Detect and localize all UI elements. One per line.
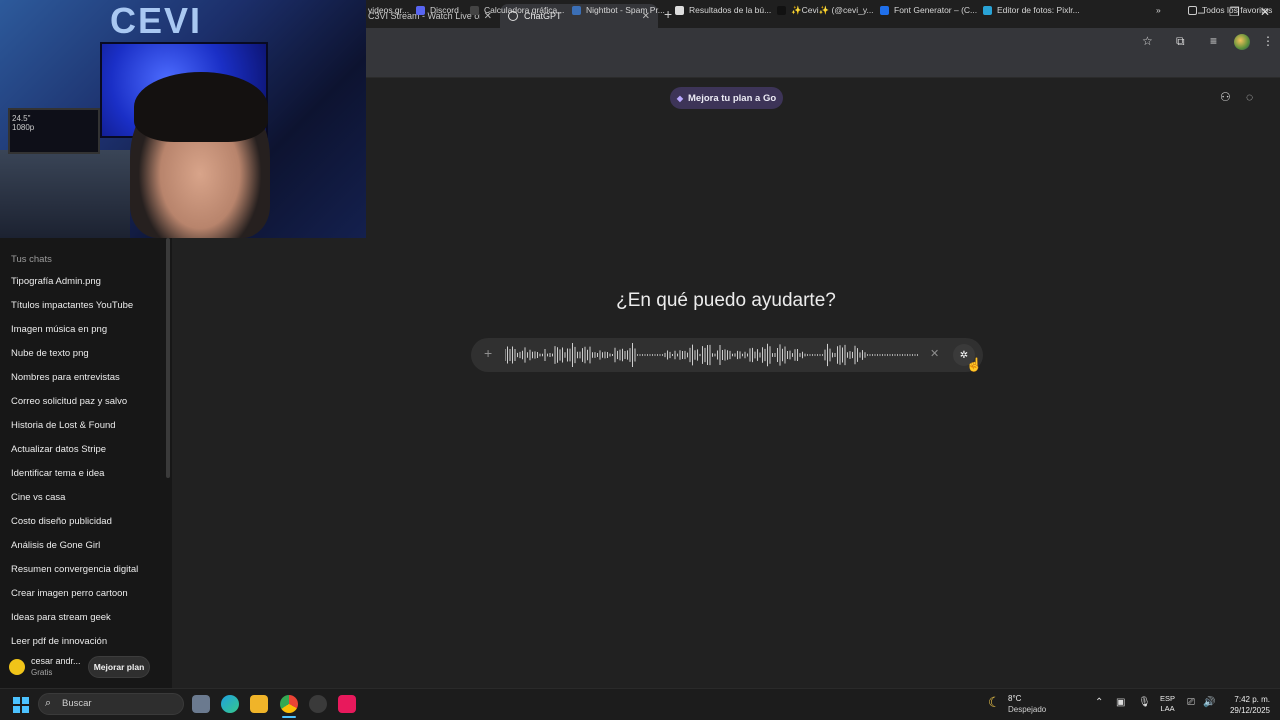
sidebar-scrollbar[interactable] [166, 238, 170, 478]
chats-section-label: Tus chats [11, 254, 52, 265]
chatgpt-app-icon[interactable] [309, 695, 327, 713]
bookmark-label: Discord [430, 5, 459, 15]
new-tab-icon[interactable]: + [664, 6, 672, 22]
folder-icon [1188, 5, 1197, 15]
upgrade-promo-button[interactable]: ◆ Mejora tu plan a Go [670, 87, 783, 109]
hand-cursor-icon: ☝ [966, 357, 983, 372]
tiktok-studio-icon[interactable] [338, 695, 356, 713]
search-icon: ⌕ [45, 697, 52, 709]
bookmark-label: Resultados de la bú... [689, 5, 772, 15]
upgrade-plan-button[interactable]: Mejorar plan [88, 656, 150, 678]
microphone-icon[interactable]: 🎙 [1138, 697, 1151, 708]
network-icon[interactable]: ⎚ [1187, 697, 1195, 708]
bookmark-label: ✨Cevi✨ (@cevi_y... [791, 5, 874, 15]
tray-app-icon[interactable]: ▣ [1116, 697, 1125, 708]
streamer-hair [134, 72, 268, 142]
task-view-icon[interactable] [192, 695, 210, 713]
chat-list-item[interactable]: Tipografía Admin.png [11, 276, 101, 287]
bookmark-favicon-icon [777, 6, 786, 15]
chat-list-item[interactable]: Ideas para stream geek [11, 612, 111, 623]
bookmarks-folder[interactable]: Todos los favoritos [1188, 5, 1272, 15]
bookmark-favicon-icon [675, 5, 684, 15]
bookmark-label: Calculadora gráfica... [484, 5, 565, 15]
more-menu-icon[interactable]: ⋮ [1262, 34, 1274, 48]
weather-temperature: 8°C [1008, 694, 1022, 703]
plus-icon[interactable]: + [484, 345, 492, 361]
profile-avatar[interactable] [1234, 34, 1250, 50]
audio-waveform [505, 343, 918, 367]
system-clock[interactable]: 7:42 p. m. 29/12/2025 [1224, 694, 1270, 716]
active-app-indicator [282, 716, 296, 718]
weather-description: Despejado [1008, 705, 1047, 714]
chat-list-item[interactable]: Títulos impactantes YouTube [11, 300, 133, 311]
chat-list-item[interactable]: Cine vs casa [11, 492, 65, 503]
bookmark-favicon-icon [983, 5, 992, 15]
bookmark-item[interactable]: Font Generator – (C... [880, 5, 977, 15]
bookmark-favicon-icon [470, 5, 479, 15]
avatar[interactable] [9, 659, 25, 675]
sparkle-icon: ◆ [676, 93, 683, 103]
edge-icon[interactable] [221, 695, 239, 713]
search-placeholder: Buscar [62, 698, 92, 709]
bookmark-label: Font Generator – (C... [894, 5, 978, 15]
more-bookmarks-icon[interactable]: » [1156, 5, 1161, 15]
chat-list-item[interactable]: Nombres para entrevistas [11, 372, 120, 383]
media-control-icon[interactable]: ≡ [1210, 34, 1217, 48]
user-plan: Gratis [31, 668, 53, 677]
user-name: cesar andr... [31, 656, 81, 666]
chat-list-item[interactable]: Correo solicitud paz y salvo [11, 396, 127, 407]
account-icon[interactable]: ⚇ [1220, 90, 1231, 104]
chat-list-item[interactable]: Leer pdf de innovación [11, 636, 107, 647]
promo-label: Mejora tu plan a Go [688, 92, 777, 104]
chat-list-item[interactable]: Resumen convergencia digital [11, 564, 138, 575]
chat-list-item[interactable]: Crear imagen perro cartoon [11, 588, 128, 599]
screen: Tus chats Tipografía Admin.png Títulos im… [0, 0, 1280, 720]
bookmark-item[interactable]: Nightbot - Spam Pr... [572, 5, 665, 15]
windows-start-icon[interactable] [13, 697, 29, 713]
user-account-row[interactable]: cesar andr... Gratis Mejorar plan [0, 652, 172, 686]
webcam-overlay: CEVI 24.5" 1080p [0, 0, 366, 238]
temporary-chat-icon[interactable]: ◌ [1246, 90, 1253, 104]
chat-list-item[interactable]: Actualizar datos Stripe [11, 444, 106, 455]
chat-list-item[interactable]: Costo diseño publicidad [11, 516, 112, 527]
volume-icon[interactable]: 🔊 [1203, 697, 1215, 708]
bookmark-item[interactable]: Editor de fotos: Pixlr... [983, 5, 1080, 15]
bookmark-label: videos gr... [368, 5, 410, 15]
bookmark-item[interactable]: ✨Cevi✨ (@cevi_y... [777, 5, 874, 16]
bookmark-item[interactable]: videos gr... [368, 5, 409, 15]
background-shelf [0, 150, 130, 238]
chat-list-item[interactable]: Historia de Lost & Found [11, 420, 116, 431]
bookmark-label: Nightbot - Spam Pr... [586, 5, 665, 15]
bookmarks-folder-label: Todos los favoritos [1202, 5, 1273, 15]
file-explorer-icon[interactable] [250, 695, 268, 713]
bookmark-item[interactable]: Discord [416, 5, 459, 15]
bookmark-item[interactable]: Calculadora gráfica... [470, 5, 564, 15]
chat-list-item[interactable]: Imagen música en png [11, 324, 107, 335]
wall-logo: CEVI [110, 0, 203, 41]
monitor-box-label: 24.5" 1080p [12, 114, 35, 132]
cancel-voice-icon[interactable]: ✕ [930, 347, 939, 360]
bookmark-item[interactable]: Resultados de la bú... [675, 5, 771, 15]
chat-list-item[interactable]: Análisis de Gone Girl [11, 540, 100, 551]
bookmark-star-icon[interactable]: ☆ [1142, 34, 1153, 48]
bookmark-favicon-icon [572, 5, 581, 15]
chat-list-item[interactable]: Identificar tema e idea [11, 468, 104, 479]
chat-list-item[interactable]: Nube de texto png [11, 348, 89, 359]
page-title: ¿En qué puedo ayudarte? [616, 290, 836, 311]
bookmark-favicon-icon [880, 5, 889, 15]
input-language[interactable]: ESP LAA [1160, 694, 1175, 714]
show-hidden-icons-chevron-icon[interactable]: ⌃ [1095, 697, 1103, 708]
extensions-icon[interactable]: ⧉ [1176, 34, 1185, 49]
bookmark-favicon-icon [416, 5, 425, 15]
bookmark-label: Editor de fotos: Pixlr... [997, 5, 1080, 15]
chrome-icon[interactable] [280, 695, 298, 713]
moon-weather-icon[interactable]: ☾ [988, 694, 1001, 711]
taskbar-search-input[interactable] [38, 693, 184, 715]
